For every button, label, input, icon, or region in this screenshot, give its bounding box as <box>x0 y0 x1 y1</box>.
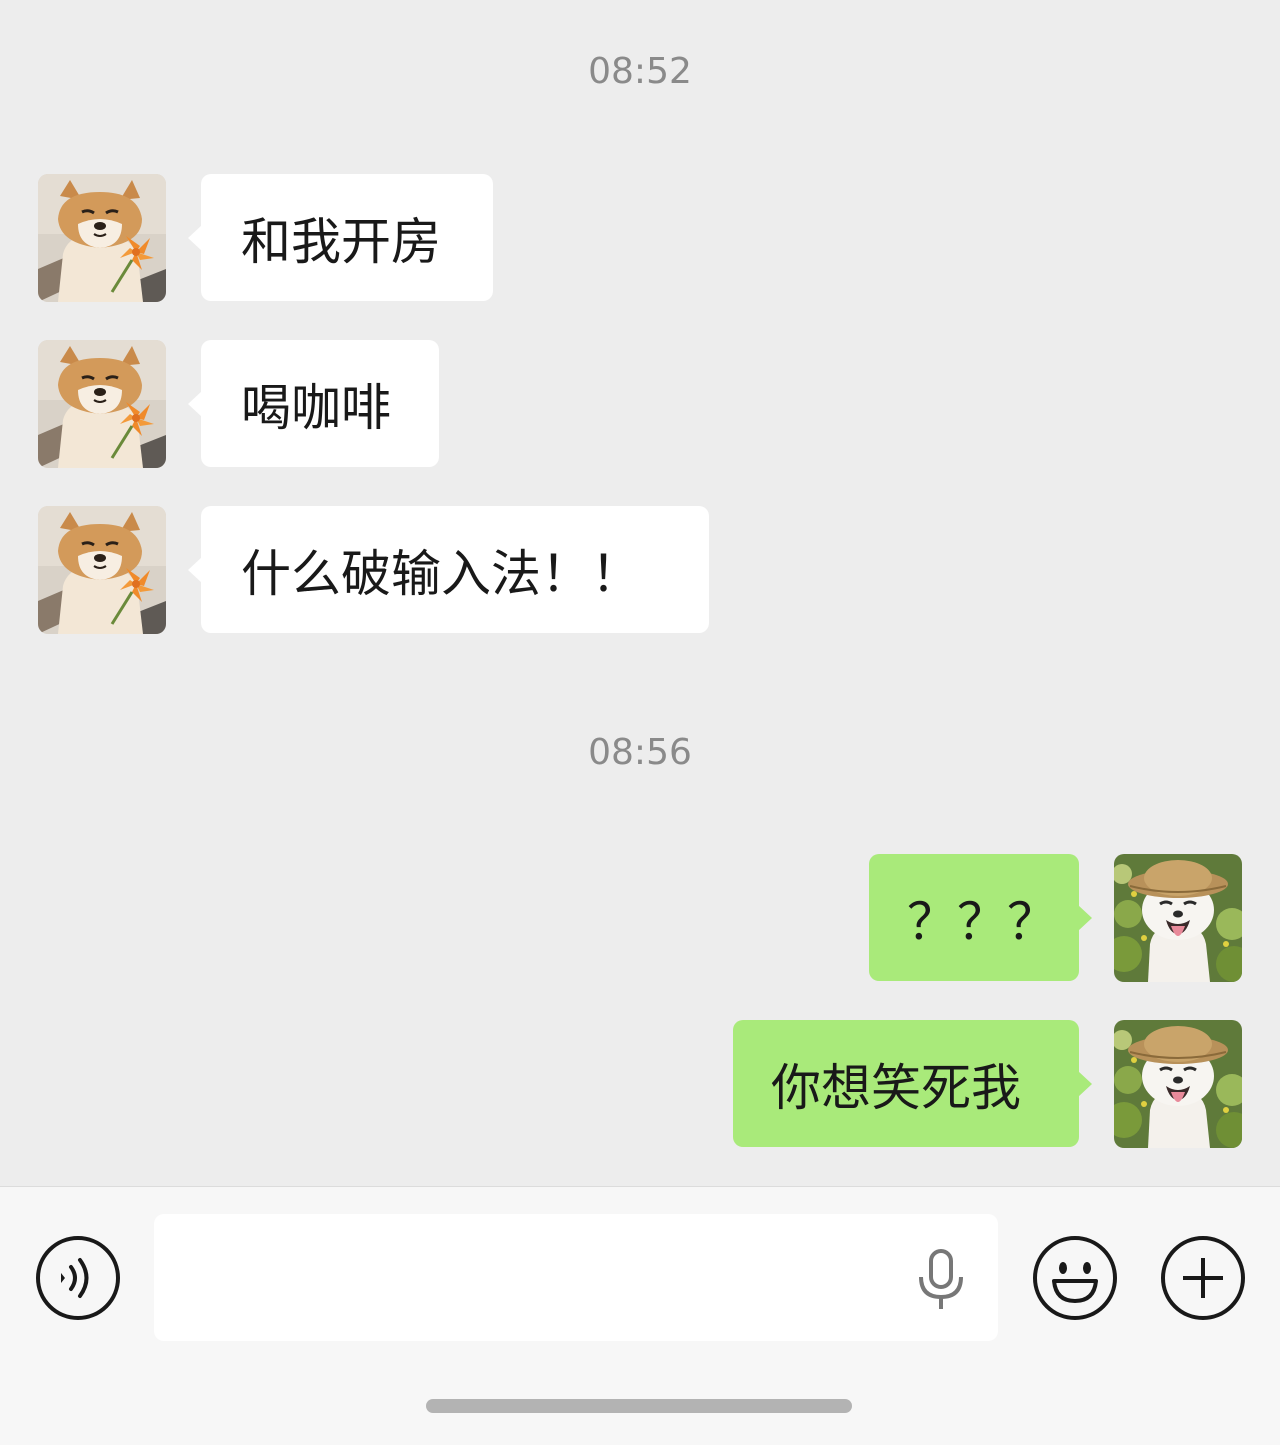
message-text: 喝咖啡 <box>241 378 391 437</box>
outgoing-message-bubble[interactable]: ？？？ <box>869 854 1092 981</box>
microphone-icon <box>919 1249 963 1309</box>
timestamp: 08:52 <box>588 51 692 92</box>
chat-area[interactable]: 08:52 和我开房 喝咖啡 什么破输入法！！ 08:56 ？？？ 你想笑死我 <box>0 0 1280 1186</box>
white-dog-avatar-image <box>1114 1020 1242 1148</box>
message-text: 和我开房 <box>241 212 441 271</box>
plus-icon <box>1161 1236 1245 1320</box>
voice-toggle-button[interactable] <box>35 1235 121 1321</box>
message-input[interactable] <box>154 1214 998 1341</box>
emoji-icon <box>1033 1236 1117 1320</box>
more-functions-button[interactable] <box>1160 1235 1246 1321</box>
contact-avatar[interactable] <box>38 174 166 302</box>
input-bar <box>0 1186 1280 1445</box>
white-dog-avatar-image <box>1114 854 1242 982</box>
incoming-message-bubble[interactable]: 什么破输入法！！ <box>188 506 709 633</box>
voice-icon <box>36 1236 120 1320</box>
shiba-dog-avatar-image <box>38 340 166 468</box>
incoming-message-bubble[interactable]: 喝咖啡 <box>188 340 439 467</box>
shiba-dog-avatar-image <box>38 506 166 634</box>
message-text: 你想笑死我 <box>771 1058 1021 1117</box>
shiba-dog-avatar-image <box>38 174 166 302</box>
timestamp: 08:56 <box>588 732 692 773</box>
self-avatar[interactable] <box>1114 1020 1242 1148</box>
outgoing-message-bubble[interactable]: 你想笑死我 <box>733 1020 1092 1147</box>
emoji-button[interactable] <box>1032 1235 1118 1321</box>
voice-input-button[interactable] <box>912 1249 970 1311</box>
home-indicator[interactable] <box>426 1399 852 1413</box>
message-text: ？？？ <box>907 892 1057 951</box>
incoming-message-bubble[interactable]: 和我开房 <box>188 174 493 301</box>
self-avatar[interactable] <box>1114 854 1242 982</box>
contact-avatar[interactable] <box>38 506 166 634</box>
message-text: 什么破输入法！！ <box>241 544 641 603</box>
contact-avatar[interactable] <box>38 340 166 468</box>
